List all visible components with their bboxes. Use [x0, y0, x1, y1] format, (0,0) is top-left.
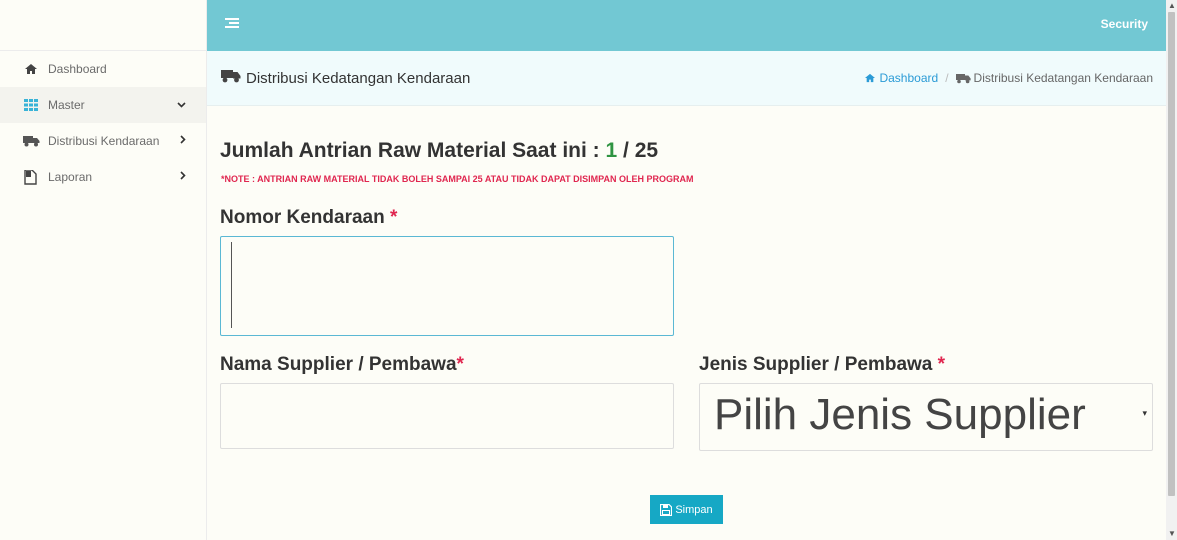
menu-toggle-icon[interactable]	[225, 18, 239, 30]
breadcrumb-home-label: Dashboard	[879, 71, 939, 85]
queue-label: Jumlah Antrian Raw Material Saat ini :	[220, 139, 600, 162]
queue-separator: /	[623, 139, 629, 162]
jenis-supplier-label-text: Jenis Supplier / Pembawa	[699, 354, 933, 375]
document-icon	[22, 169, 40, 185]
chevron-right-icon	[180, 171, 186, 183]
truck-icon	[955, 73, 971, 84]
scroll-up-arrow-icon[interactable]: ▲	[1168, 1, 1176, 10]
top-navbar: Security	[207, 0, 1166, 51]
nama-supplier-label: Nama Supplier / Pembawa*	[220, 354, 464, 376]
sidebar-item-master[interactable]: Master	[0, 87, 206, 123]
page-title: Distribusi Kedatangan Kendaraan	[221, 69, 470, 87]
sidebar: Dashboard Master Distribusi Kendaraan La…	[0, 0, 207, 540]
queue-max-count: 25	[634, 139, 659, 162]
truck-icon	[22, 133, 40, 149]
sidebar-item-label: Master	[48, 98, 85, 112]
required-mark: *	[456, 354, 464, 375]
scrollbar-thumb[interactable]	[1168, 12, 1175, 496]
required-mark: *	[389, 207, 398, 228]
queue-current-count: 1	[605, 139, 618, 162]
dropdown-arrow-icon: ▾	[1142, 408, 1147, 418]
breadcrumb: Dashboard / Distribusi Kedatangan Kendar…	[864, 71, 1153, 85]
page-title-text: Distribusi Kedatangan Kendaraan	[246, 69, 471, 87]
chevron-right-icon	[180, 135, 186, 147]
page-scrollbar[interactable]: ▲ ▼	[1166, 0, 1177, 540]
sidebar-item-distribusi-kendaraan[interactable]: Distribusi Kendaraan	[0, 123, 206, 159]
breadcrumb-current-label: Distribusi Kedatangan Kendaraan	[973, 71, 1153, 85]
sidebar-item-label: Distribusi Kendaraan	[48, 134, 160, 148]
queue-note: *NOTE : ANTRIAN RAW MATERIAL TIDAK BOLEH…	[221, 174, 694, 184]
sidebar-item-laporan[interactable]: Laporan	[0, 159, 206, 195]
nama-supplier-label-text: Nama Supplier / Pembawa	[220, 354, 457, 375]
truck-icon	[221, 69, 241, 87]
save-button[interactable]: Simpan	[650, 495, 723, 524]
jenis-supplier-select[interactable]: Pilih Jenis Supplier ▾	[699, 383, 1153, 451]
save-button-label: Simpan	[675, 503, 713, 516]
chevron-down-icon	[177, 99, 186, 111]
floppy-disk-icon	[660, 503, 673, 516]
jenis-supplier-selected: Pilih Jenis Supplier	[714, 390, 1086, 439]
sidebar-item-label: Dashboard	[48, 62, 107, 76]
nomor-kendaraan-label: Nomor Kendaraan *	[220, 207, 397, 229]
sidebar-brand	[0, 0, 206, 51]
nomor-kendaraan-input[interactable]	[220, 236, 674, 336]
breadcrumb-separator: /	[945, 71, 949, 85]
main-content: Jumlah Antrian Raw Material Saat ini : 1…	[207, 106, 1166, 540]
sidebar-item-dashboard[interactable]: Dashboard	[0, 51, 206, 87]
jenis-supplier-label: Jenis Supplier / Pembawa *	[699, 354, 945, 376]
sidebar-item-label: Laporan	[48, 170, 93, 184]
scroll-down-arrow-icon[interactable]: ▼	[1168, 529, 1176, 538]
breadcrumb-home-link[interactable]: Dashboard	[864, 71, 938, 85]
required-mark: *	[937, 354, 946, 375]
queue-count-heading: Jumlah Antrian Raw Material Saat ini : 1…	[220, 139, 658, 163]
home-icon	[864, 73, 876, 83]
grid-icon	[22, 97, 40, 113]
text-caret	[231, 242, 232, 328]
breadcrumb-current: Distribusi Kedatangan Kendaraan	[955, 71, 1153, 85]
nomor-kendaraan-label-text: Nomor Kendaraan	[220, 207, 385, 228]
user-menu[interactable]: Security	[1101, 17, 1148, 31]
nama-supplier-input[interactable]	[220, 383, 674, 449]
page-header: Distribusi Kedatangan Kendaraan Dashboar…	[207, 51, 1166, 106]
home-icon	[22, 61, 40, 77]
